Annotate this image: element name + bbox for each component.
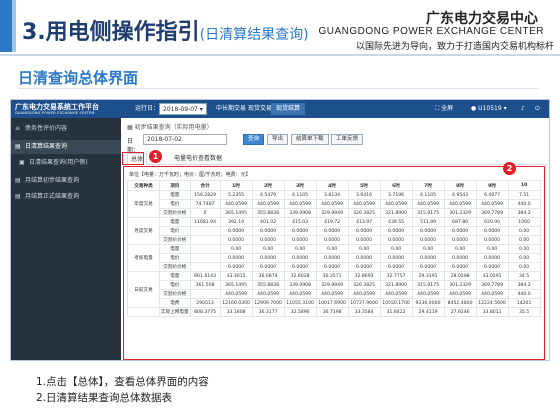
sidebar-item-debt-eval[interactable]: ≡ 债务性评价内容 <box>11 122 121 136</box>
title-band-accent <box>12 0 16 52</box>
date-input[interactable]: 2018-07-02 <box>143 134 227 145</box>
query-button[interactable]: 查询 <box>243 134 265 145</box>
folder-icon: ▤ <box>15 193 21 200</box>
title-divider <box>0 54 560 56</box>
slide: 3.用电侧操作指引(日清算结果查询) 广东电力交易中心 GUANGDONG PO… <box>0 0 560 420</box>
app-logo-en: GUANGDONG POWER EXCHANGE SYSTEM <box>15 111 95 115</box>
breadcrumb: ▦ 初步结果查询（实际用电量） <box>127 124 213 131</box>
notes: 1.点击【总体】，查看总体界面的内容 2.日清算结果查询总体数据表 <box>36 374 209 406</box>
folder-icon: ▤ <box>15 177 21 184</box>
tab-bar: 总体 电量电价查看数据 <box>127 153 547 165</box>
callout-marker-1: 1 <box>149 150 162 163</box>
highlight-box-table <box>123 166 545 360</box>
highlight-box-overall-tab <box>122 152 144 165</box>
menu-spot-settlement[interactable]: 现货结算 <box>271 103 306 115</box>
section-title: 日清查询总体界面 <box>18 69 139 87</box>
chevron-down-icon: ▾ <box>199 106 203 113</box>
doc-icon: ▣ <box>19 159 25 166</box>
sidebar-item-daily-user[interactable]: ▣ 日清结果查询(用户侧) <box>11 156 121 170</box>
tab-energy-price-data[interactable]: 电量电价查看数据 <box>171 153 225 165</box>
export-button[interactable]: 导出 <box>267 134 289 145</box>
org-name-en: GUANGDONG POWER EXCHANGE CENTER <box>318 26 544 37</box>
bell-icon[interactable]: ♪ <box>521 103 525 115</box>
slide-subtitle: (日清算结果查询) <box>199 27 309 43</box>
sidebar-item-month-prelim[interactable]: ▤ 月结算初步结果查询 <box>11 174 121 188</box>
org-name-cn: 广东电力交易中心 <box>426 11 538 27</box>
user-icon: ● <box>471 105 477 112</box>
slide-title: 3.用电侧操作指引(日清算结果查询) <box>22 20 309 45</box>
title-band <box>0 0 12 52</box>
period-date-select[interactable]: 2018-09-07 ▾ <box>159 103 207 115</box>
sidebar-item-month-final[interactable]: ▤ 月结算正式结果查询 <box>11 190 121 204</box>
note-2: 2.日清算结果查询总体数据表 <box>36 392 173 404</box>
note-1: 1.点击【总体】，查看总体界面的内容 <box>36 376 209 388</box>
sidebar: ≡ 债务性评价内容 ▤ 日清算结果查询 ▣ 日清结果查询(用户侧) ▤ 月结算初步结果查… <box>11 118 121 360</box>
power-icon[interactable]: ⏻ <box>535 103 540 115</box>
app-topbar: 广东电力交易系统工作平台 GUANGDONG POWER EXCHANGE SY… <box>11 100 549 118</box>
app-screenshot: 广东电力交易系统工作平台 GUANGDONG POWER EXCHANGE SY… <box>10 99 550 361</box>
feedback-button[interactable]: 工单反馈 <box>331 134 364 145</box>
period-label: 运行日： <box>135 105 160 112</box>
sidebar-item-daily-settle[interactable]: ▤ 日清算结果查询 <box>11 140 121 154</box>
folder-icon: ▤ <box>15 143 21 150</box>
callout-marker-2: 2 <box>503 162 516 175</box>
user-menu[interactable]: ● U10519 ▾ <box>471 103 507 115</box>
list-icon: ≡ <box>15 125 21 132</box>
download-statement-button[interactable]: 结算单下载 <box>291 134 329 145</box>
org-slogan: 以国际先进为导向，致力于打造国内交易机构标杆 <box>355 42 554 52</box>
section-divider <box>18 88 538 89</box>
fullscreen-button[interactable]: ⛶ 全屏 <box>435 103 453 115</box>
grid-icon: ▦ <box>127 124 133 131</box>
fullscreen-icon: ⛶ <box>435 105 440 112</box>
